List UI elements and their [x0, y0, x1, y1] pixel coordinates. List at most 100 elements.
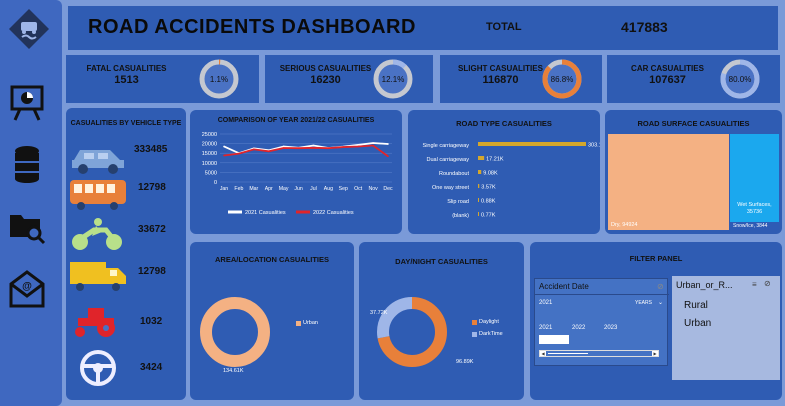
daynight-panel: DAY/NIGHT CASUALITIES Daylight DarkTime …	[359, 242, 524, 400]
daylight-data-label: 96.89K	[456, 359, 474, 365]
road-surface-title: ROAD SURFACE CASUALITIES	[637, 119, 750, 128]
kpi-value: 16230	[310, 74, 341, 86]
area-slicer-header: Urban_or_R...	[676, 280, 733, 290]
scroll-right-icon[interactable]: ▶	[652, 351, 658, 356]
kpi-ring: 86.8%	[542, 59, 582, 99]
y-tick-label: 10000	[202, 161, 217, 167]
line-chart-panel: COMPARISON OF YEAR 2021/22 CASUALITIES 2…	[190, 110, 402, 234]
kpi-pct: 1.1%	[210, 75, 228, 84]
data-point	[282, 147, 285, 149]
date-slicer[interactable]: Accident Date ⊘ 2021 YEARS ⌄ 2021 2022 2…	[534, 278, 669, 366]
car-icon	[72, 150, 124, 174]
data-point	[387, 143, 389, 145]
x-tick-label: Oct	[354, 186, 363, 192]
road-type-chart: Single carriageway 303.11K Dual carriagewa…	[423, 142, 600, 219]
treemap-snow: Snow/Ice, 3844	[730, 222, 779, 230]
truck-icon	[70, 262, 126, 291]
data-point	[297, 147, 300, 150]
urban-slice	[200, 297, 270, 367]
data-point	[357, 145, 359, 148]
bus-value: 12798	[138, 182, 166, 193]
area-option-urban[interactable]: Urban	[684, 318, 711, 329]
bike-value: 33672	[138, 224, 166, 235]
timeline-selection[interactable]	[539, 335, 569, 344]
kpi-card-3: CAR CASUALITIES 107637 80.0%	[607, 55, 780, 103]
year-option-2021[interactable]: 2021	[539, 325, 552, 331]
sort-icon[interactable]: ≡	[752, 280, 757, 289]
year-option-2023[interactable]: 2023	[604, 325, 617, 331]
kpi-label: SLIGHT CASUALITIES	[458, 64, 543, 73]
vehicle-panel: CASUALITIES BY VEHICLE TYPE 333485 12798…	[66, 108, 186, 400]
bar	[478, 212, 479, 216]
daylight-legend-swatch	[472, 320, 477, 325]
road-logo-icon	[9, 9, 49, 49]
kpi-ring: 12.1%	[373, 59, 413, 99]
x-tick-label: Jan	[220, 186, 228, 192]
urban-data-label: 134.61K	[223, 368, 244, 374]
bar-value-label: 9.08K	[483, 171, 498, 177]
x-tick-label: Feb	[234, 186, 243, 192]
kpi-ring: 1.1%	[199, 59, 239, 99]
presentation-icon[interactable]	[6, 82, 48, 124]
area-option-rural[interactable]: Rural	[684, 300, 708, 311]
mail-icon[interactable]: @	[6, 268, 48, 310]
page-title: ROAD ACCIDENTS DASHBOARD	[88, 16, 416, 38]
bar	[478, 184, 480, 188]
treemap-wet-label: Wet Surfaces, 35736	[737, 201, 772, 215]
kpi-card-0: FATAL CASUALITIES 1513 1.1%	[66, 55, 259, 103]
data-point	[372, 144, 374, 147]
y-tick-label: 20000	[202, 142, 217, 148]
treemap-snow-label: Snow/Ice, 3844	[733, 223, 768, 229]
bar	[478, 170, 482, 174]
kpi-pct: 12.1%	[382, 75, 405, 84]
data-point	[223, 145, 225, 148]
bike-icon	[72, 218, 122, 250]
kpi-ring: 80.0%	[720, 59, 760, 99]
bar-value-label: 0.88K	[481, 199, 496, 205]
chevron-down-icon[interactable]: ⌄	[658, 299, 663, 306]
darktime-data-label: 37.72K	[370, 310, 388, 316]
data-point	[372, 142, 374, 144]
timeline-scrollbar[interactable]: ◀ ▶	[539, 350, 659, 357]
scroll-left-icon[interactable]: ◀	[540, 351, 546, 356]
line-chart-title: COMPARISON OF YEAR 2021/22 CASUALITIES	[217, 117, 375, 124]
kpi-card-1: SERIOUS CASUALITIES 16230 12.1%	[265, 55, 433, 103]
x-tick-label: Jun	[294, 186, 302, 192]
kpi-value: 1513	[114, 74, 139, 86]
kpi-pct: 86.8%	[551, 75, 574, 84]
treemap-dry-label: Dry, 94924	[611, 222, 638, 228]
vehicle-panel-title: CASUALITIES BY VEHICLE TYPE	[70, 120, 182, 127]
data-point	[387, 155, 389, 158]
filter-title: FILTER PANEL	[629, 254, 683, 263]
total-label: TOTAL	[486, 21, 522, 33]
years-dropdown[interactable]: YEARS	[635, 300, 652, 306]
kpi-card-2: SLIGHT CASUALITIES 116870 86.8%	[440, 55, 602, 103]
data-point	[282, 145, 285, 148]
x-tick-label: Dec	[383, 186, 393, 192]
road-type-title: ROAD TYPE CASUALITIES	[456, 119, 552, 128]
year-option-2022[interactable]: 2022	[572, 325, 585, 331]
data-point	[342, 146, 345, 148]
bar	[478, 198, 479, 202]
kpi-value: 116870	[482, 74, 519, 86]
bar-category-label: Roundabout	[439, 171, 469, 177]
urban-legend: Urban	[303, 320, 318, 326]
area-panel: AREA/LOCATION CASUALITIES Urban 134.61K	[190, 242, 354, 400]
x-tick-label: Nov	[368, 186, 378, 192]
database-icon[interactable]	[6, 143, 48, 185]
clear-filter-icon[interactable]: ⊘	[657, 282, 664, 291]
tractor-icon	[75, 308, 115, 337]
tractor-value: 1032	[140, 316, 163, 327]
road-surface-panel: ROAD SURFACE CASUALITIES Dry, 94924 Wet …	[605, 110, 782, 234]
urban-legend-swatch	[296, 321, 301, 326]
date-selected: 2021	[539, 300, 553, 306]
area-title: AREA/LOCATION CASUALITIES	[214, 255, 330, 264]
data-point	[312, 144, 315, 147]
bar-category-label: One way street	[432, 185, 469, 191]
folder-search-icon[interactable]	[6, 205, 48, 247]
area-slicer[interactable]: Urban_or_R... ≡ ⊘ Rural Urban	[672, 276, 780, 380]
line-chart: 25000 20000 15000 10000 5000 0Jan Feb Mar Apr May…	[202, 132, 393, 216]
data-point	[357, 144, 359, 146]
svg-text:@: @	[22, 281, 32, 292]
clear-area-filter-icon[interactable]: ⊘	[764, 279, 771, 288]
